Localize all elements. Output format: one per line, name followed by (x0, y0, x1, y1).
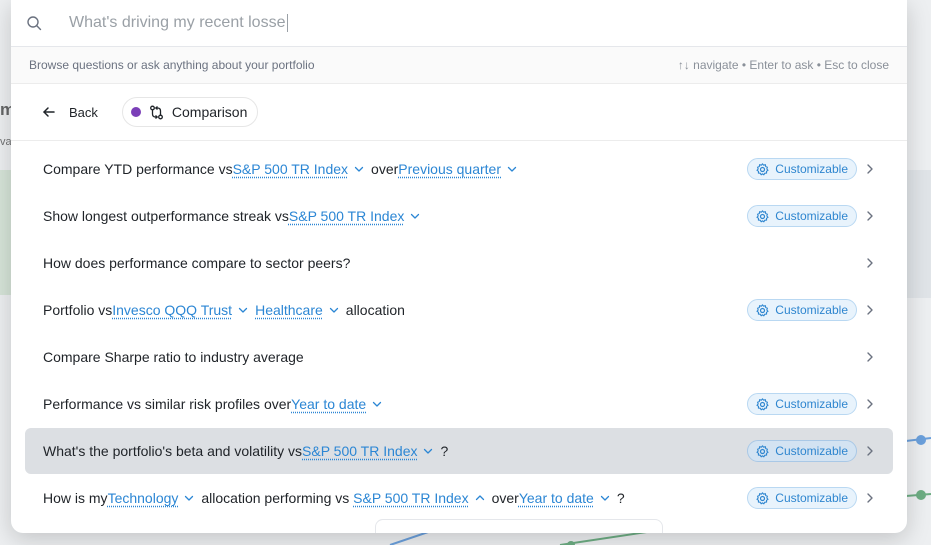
search-bar: What's driving my recent losse (11, 0, 907, 47)
category-chip[interactable]: Comparison (121, 97, 259, 127)
hint-bar: Browse questions or ask anything about y… (11, 47, 907, 84)
command-palette: What's driving my recent losse Browse qu… (11, 0, 907, 533)
customizable-badge-label: Customizable (775, 162, 848, 176)
customizable-badge-label: Customizable (775, 303, 848, 317)
question-text: Compare Sharpe ratio to industry average (43, 349, 304, 365)
parameter-selector[interactable]: S&P 500 TR Index (353, 490, 468, 506)
parameter-selector[interactable]: Year to date (291, 396, 366, 412)
customizable-badge-label: Customizable (775, 444, 848, 458)
keyboard-shortcuts-hint: ↑↓ navigate • Enter to ask • Esc to clos… (677, 58, 889, 72)
search-icon (26, 15, 42, 31)
chevron-right-icon (866, 257, 874, 269)
search-input[interactable]: What's driving my recent losse (69, 14, 285, 32)
question-list: Compare YTD performance vs S&P 500 TR Ind… (11, 141, 907, 521)
question-row[interactable]: How does performance compare to sector p… (25, 240, 893, 286)
back-button[interactable]: Back (41, 104, 98, 120)
chevron-right-icon (866, 492, 874, 504)
parameter-selector[interactable]: S&P 500 TR Index (289, 208, 404, 224)
gear-icon (756, 444, 769, 458)
question-row[interactable]: What's the portfolio's beta and volatili… (25, 428, 893, 474)
question-text: over (491, 490, 519, 506)
chevron-right-icon (866, 351, 874, 363)
chevron-right-icon (866, 445, 874, 457)
chevron-up-icon[interactable] (475, 493, 485, 503)
chevron-down-icon[interactable] (600, 493, 610, 503)
parameter-selector[interactable]: Technology (108, 490, 179, 506)
question-row[interactable]: Performance vs similar risk profiles ove… (25, 381, 893, 427)
parameter-selector[interactable]: Healthcare (255, 302, 323, 318)
chevron-right-icon (866, 304, 874, 316)
question-text: How is my (43, 490, 108, 506)
parameter-dropdown[interactable] (375, 519, 663, 533)
question-text: ? (440, 443, 449, 459)
parameter-selector[interactable]: Invesco QQQ Trust (112, 302, 232, 318)
arrow-left-icon (41, 104, 57, 120)
parameter-selector[interactable]: Year to date (519, 490, 594, 506)
question-row[interactable]: Compare YTD performance vs S&P 500 TR Ind… (25, 146, 893, 192)
question-row[interactable]: Compare Sharpe ratio to industry average (25, 334, 893, 380)
customizable-badge-label: Customizable (775, 491, 848, 505)
question-text: What's the portfolio's beta and volatili… (43, 443, 303, 459)
customizable-badge-label: Customizable (775, 397, 848, 411)
question-text: over (371, 161, 399, 177)
question-text: How does performance compare to sector p… (43, 255, 351, 271)
chevron-right-icon (866, 210, 874, 222)
customizable-badge: Customizable (747, 299, 857, 321)
parameter-selector[interactable]: S&P 500 TR Index (233, 161, 348, 177)
question-text: Show longest outperformance streak vs (43, 208, 289, 224)
chevron-down-icon[interactable] (354, 164, 364, 174)
chevron-right-icon (866, 398, 874, 410)
gear-icon (756, 491, 769, 505)
question-text: Compare YTD performance vs (43, 161, 233, 177)
chevron-down-icon[interactable] (507, 164, 517, 174)
chevron-right-icon (866, 163, 874, 175)
back-button-label: Back (69, 104, 98, 120)
question-row[interactable]: Portfolio vs Invesco QQQ Trust Healthcare a… (25, 287, 893, 333)
parameter-selector[interactable]: Previous quarter (398, 161, 501, 177)
question-text: allocation performing vs (201, 490, 354, 506)
question-text: Portfolio vs (43, 302, 113, 318)
customizable-badge: Customizable (747, 158, 857, 180)
question-text: allocation (345, 302, 405, 318)
category-color-dot (130, 107, 141, 117)
chevron-down-icon[interactable] (372, 399, 382, 409)
customizable-badge: Customizable (747, 205, 857, 227)
chevron-down-icon[interactable] (238, 305, 248, 315)
gear-icon (756, 209, 769, 223)
text-caret (287, 14, 289, 32)
gear-icon (756, 162, 769, 176)
compare-arrows-icon (149, 105, 164, 120)
gear-icon (756, 303, 769, 317)
hint-text: Browse questions or ask anything about y… (29, 58, 315, 72)
customizable-badge: Customizable (747, 393, 857, 415)
question-row[interactable]: How is my Technology allocation performing… (25, 475, 893, 521)
question-row[interactable]: Show longest outperformance streak vs S&P… (25, 193, 893, 239)
navigation-bar: Back Comparison (11, 84, 907, 141)
customizable-badge: Customizable (747, 487, 857, 509)
customizable-badge-label: Customizable (775, 209, 848, 223)
customizable-badge: Customizable (747, 440, 857, 462)
question-text: Performance vs similar risk profiles ove… (43, 396, 292, 412)
chevron-down-icon[interactable] (329, 305, 339, 315)
chevron-down-icon[interactable] (423, 446, 433, 456)
question-text: ? (616, 490, 625, 506)
chevron-down-icon[interactable] (410, 211, 420, 221)
category-chip-label: Comparison (171, 104, 248, 120)
gear-icon (756, 397, 769, 411)
chevron-down-icon[interactable] (184, 493, 194, 503)
parameter-selector[interactable]: S&P 500 TR Index (302, 443, 417, 459)
